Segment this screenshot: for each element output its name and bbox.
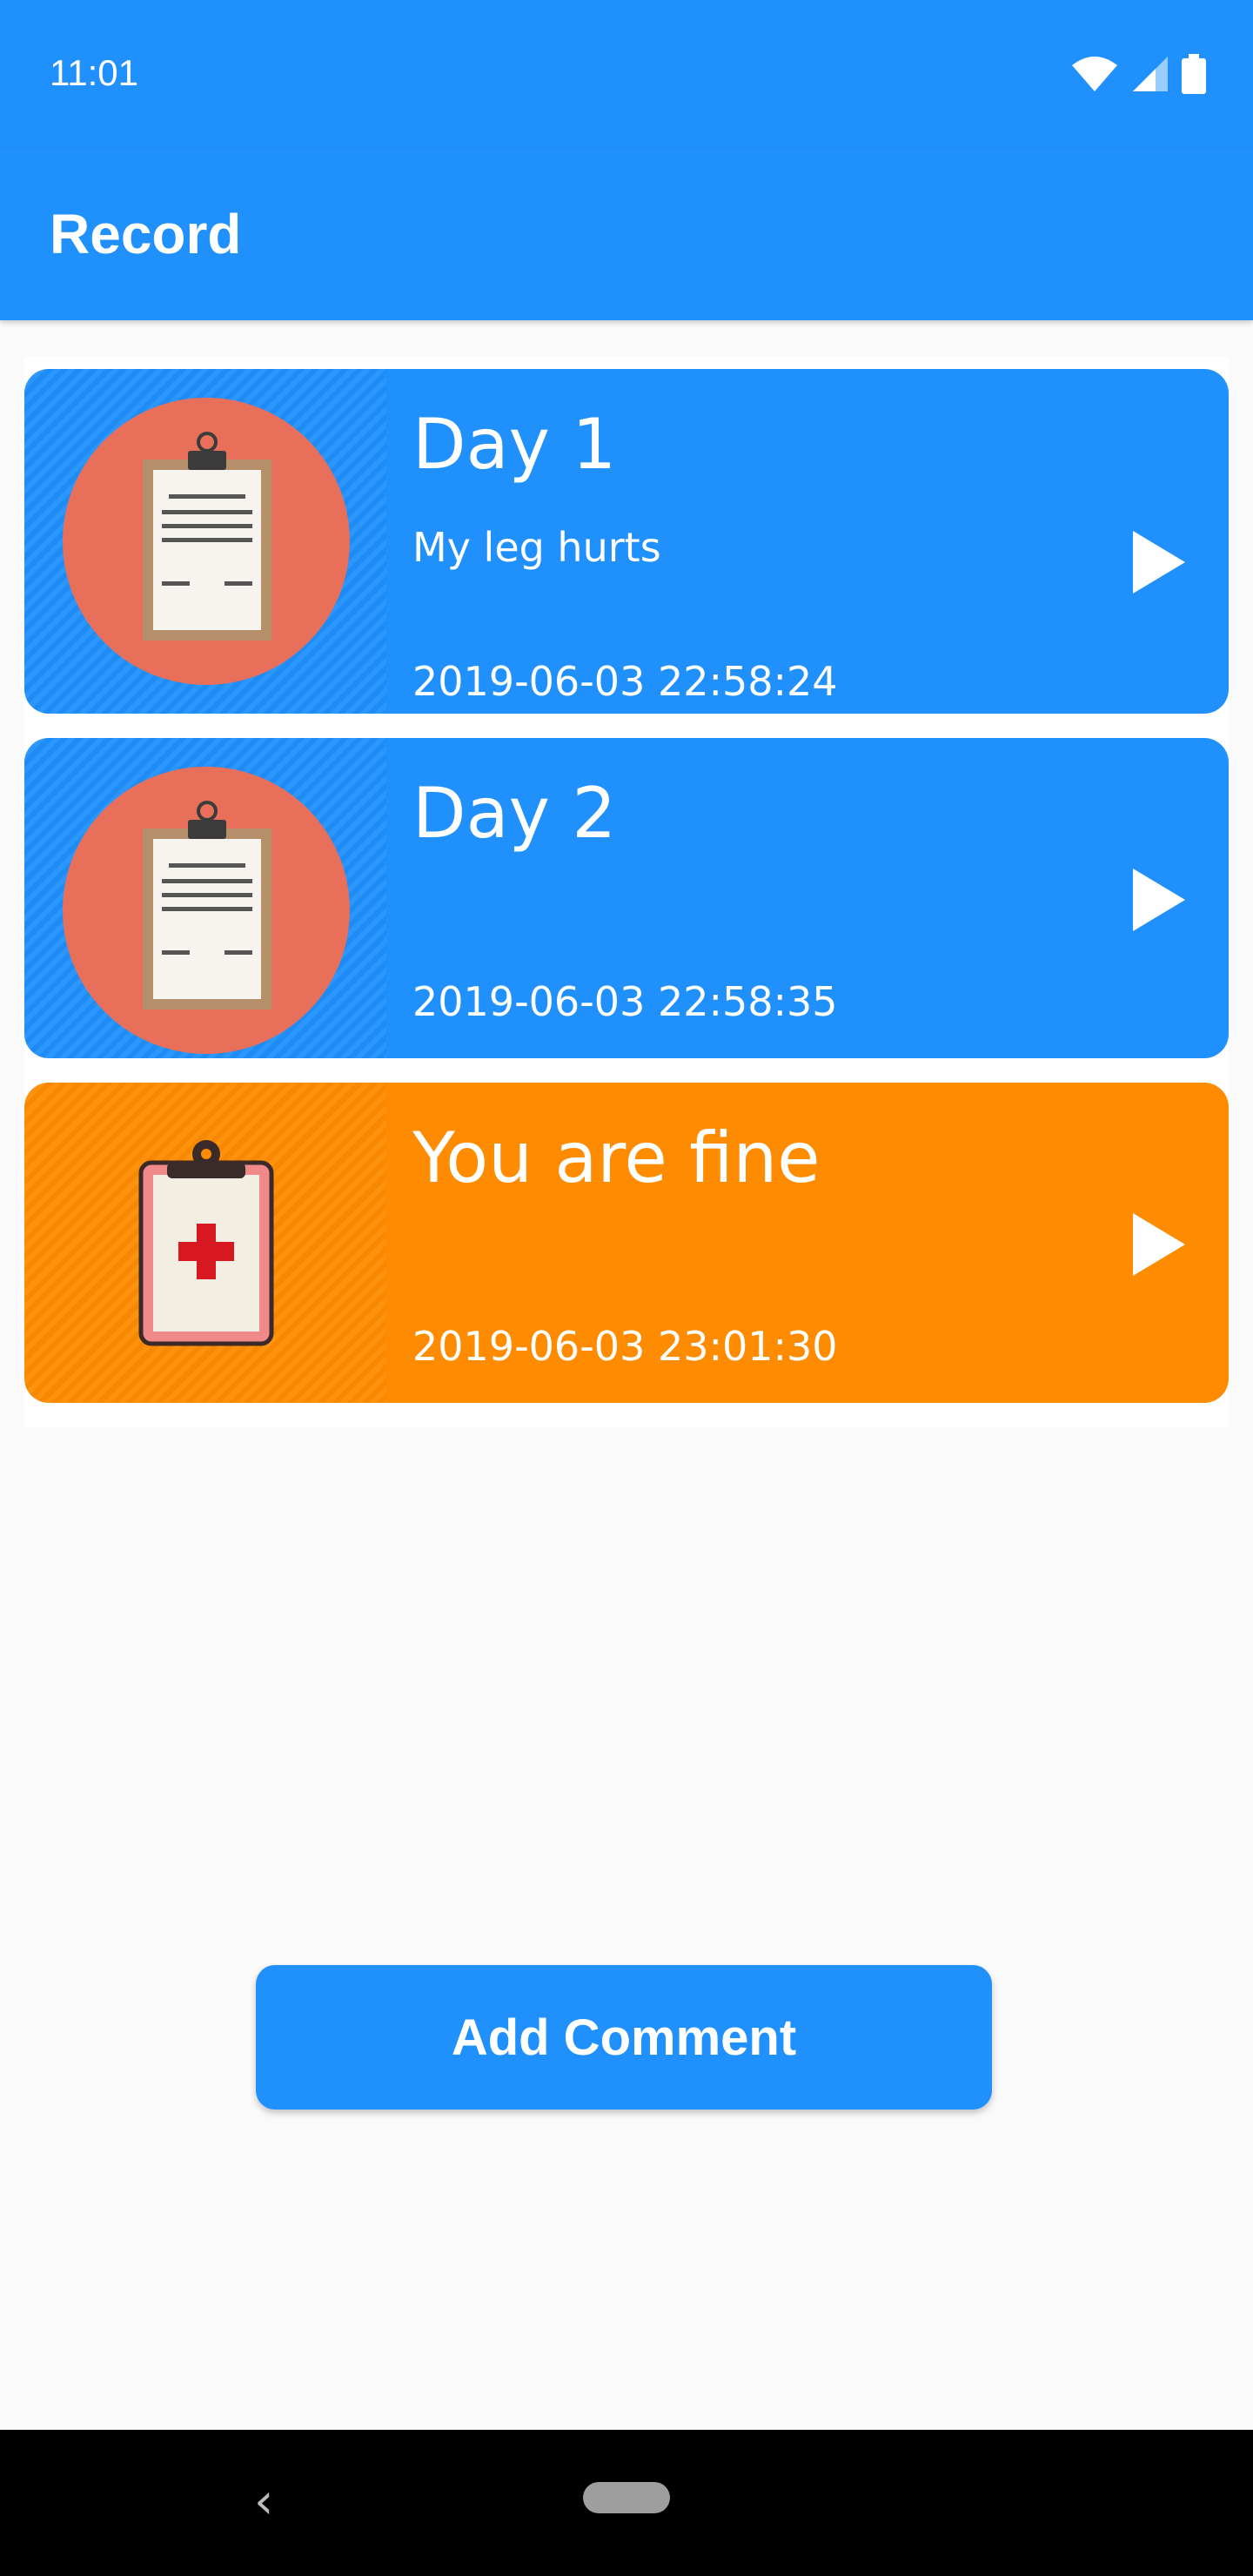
record-subtitle: My leg hurts	[412, 524, 661, 571]
record-card[interactable]: Day 1 My leg hurts 2019-06-03 22:58:24	[24, 369, 1229, 714]
play-icon[interactable]	[1133, 1213, 1185, 1276]
clipboard-note-icon	[143, 432, 271, 641]
back-icon[interactable]: ‹	[254, 2473, 273, 2530]
record-title: Day 2	[412, 773, 617, 854]
play-icon[interactable]	[1133, 531, 1185, 594]
status-time: 11:01	[50, 52, 138, 93]
app-bar: Record	[0, 148, 1253, 320]
page-title: Record	[50, 203, 242, 265]
record-thumbnail	[24, 1083, 386, 1403]
add-comment-button[interactable]: Add Comment	[256, 1965, 992, 2110]
record-card[interactable]: Day 2 2019-06-03 22:58:35	[24, 738, 1229, 1058]
record-date: 2019-06-03 22:58:24	[412, 658, 838, 705]
record-card[interactable]: You are fine 2019-06-03 23:01:30	[24, 1083, 1229, 1403]
battery-icon	[1182, 54, 1206, 94]
home-pill-icon[interactable]	[583, 2482, 670, 2513]
record-title: Day 1	[412, 404, 617, 485]
record-date: 2019-06-03 23:01:30	[412, 1323, 838, 1370]
status-icons	[1070, 54, 1206, 94]
record-date: 2019-06-03 22:58:35	[412, 978, 838, 1025]
wifi-icon	[1072, 57, 1117, 91]
record-thumbnail	[24, 369, 386, 714]
system-nav-bar: ‹	[0, 2430, 1253, 2576]
record-title: You are fine	[412, 1117, 821, 1198]
medical-clipboard-icon	[138, 1140, 274, 1346]
record-thumbnail	[24, 738, 386, 1058]
play-icon[interactable]	[1133, 869, 1185, 931]
clipboard-note-icon	[143, 801, 271, 1010]
cellular-signal-icon	[1133, 57, 1168, 91]
status-bar: 11:01	[0, 0, 1253, 148]
